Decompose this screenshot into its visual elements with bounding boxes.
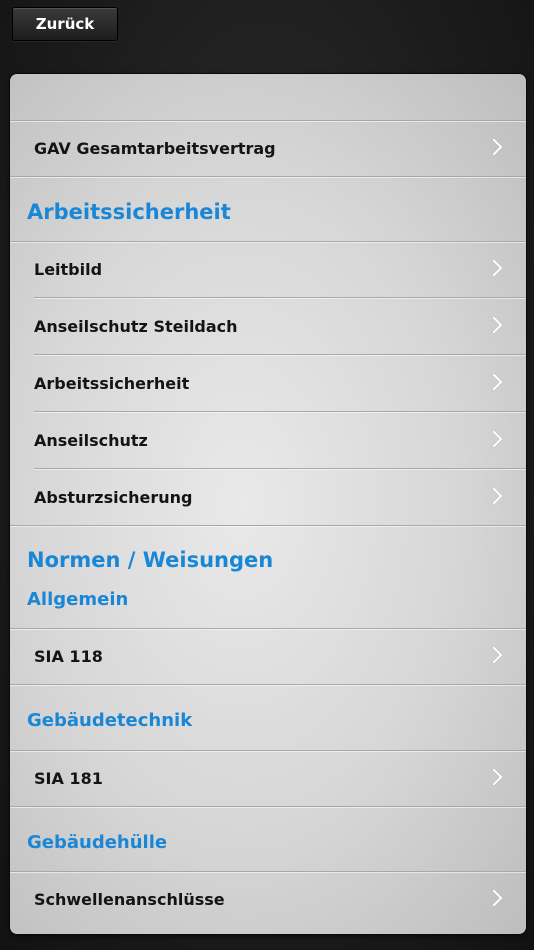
list-item-label: Anseilschutz	[34, 430, 148, 450]
list-item-arbeitssicherheit[interactable]: Arbeitssicherheit	[10, 355, 526, 411]
chevron-right-icon	[485, 768, 503, 786]
list-item-label: Absturzsicherung	[34, 487, 193, 507]
list-item-label: Leitbild	[34, 259, 103, 279]
list-item-anseilschutz-steildach[interactable]: Anseilschutz Steildach	[10, 298, 526, 354]
list-item-label: SIA 118	[34, 646, 103, 666]
divider	[10, 176, 526, 177]
chevron-right-icon	[485, 646, 503, 664]
section-header-gebaeudetechnik: Gebäudetechnik	[27, 710, 193, 731]
list-item-schwellenanschluesse[interactable]: Schwellenanschlüsse	[10, 871, 526, 927]
list-item-absturzsicherung[interactable]: Absturzsicherung	[10, 469, 526, 525]
list-item-label: GAV Gesamtarbeitsvertrag	[34, 138, 276, 158]
list-item-sia-118[interactable]: SIA 118	[10, 628, 526, 684]
list-item-anseilschutz[interactable]: Anseilschutz	[10, 412, 526, 468]
back-button[interactable]: Zurück	[12, 7, 118, 41]
chevron-right-icon	[485, 373, 503, 391]
content-panel: GAV Gesamtarbeitsvertrag Arbeitssicherhe…	[10, 74, 526, 934]
divider	[10, 806, 526, 807]
section-header-normen-weisungen: Normen / Weisungen	[27, 548, 274, 572]
divider	[10, 684, 526, 685]
list-item-gav[interactable]: GAV Gesamtarbeitsvertrag	[10, 120, 526, 176]
chevron-right-icon	[485, 316, 503, 334]
section-header-gebaeudehuelle: Gebäudehülle	[27, 832, 168, 853]
chevron-right-icon	[485, 430, 503, 448]
chevron-right-icon	[485, 889, 503, 907]
list-item-sia-181[interactable]: SIA 181	[10, 750, 526, 806]
chevron-right-icon	[485, 487, 503, 505]
list-item-label: Schwellenanschlüsse	[34, 889, 225, 909]
divider	[10, 525, 526, 526]
list-item-label: Anseilschutz Steildach	[34, 316, 238, 336]
section-header-allgemein: Allgemein	[27, 589, 129, 610]
list-item-label: SIA 181	[34, 768, 103, 788]
section-header-arbeitssicherheit: Arbeitssicherheit	[27, 200, 231, 224]
chevron-right-icon	[485, 259, 503, 277]
list-item-label: Arbeitssicherheit	[34, 373, 190, 393]
chevron-right-icon	[485, 138, 503, 156]
list-item-leitbild[interactable]: Leitbild	[10, 241, 526, 297]
